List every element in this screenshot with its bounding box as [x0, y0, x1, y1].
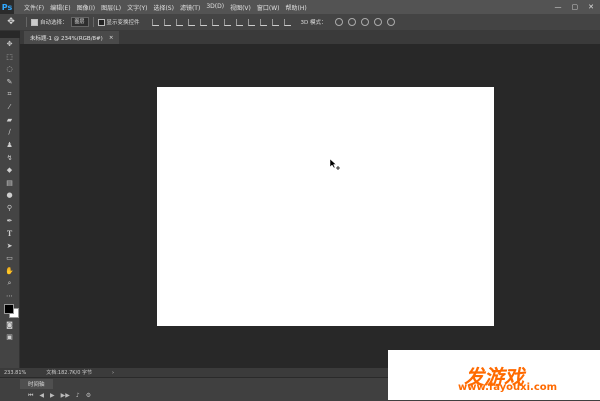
distribute-bottom-icon[interactable] — [248, 19, 255, 26]
document-tab[interactable]: 未标题-1 @ 234%(RGB/8#) × — [24, 31, 119, 44]
document-canvas[interactable] — [157, 87, 494, 326]
zoom-level[interactable]: 233.81% — [4, 370, 26, 376]
history-brush-tool-icon[interactable]: ↯ — [0, 151, 19, 164]
window-controls: — ▢ ✕ — [555, 3, 600, 11]
quick-select-tool-icon[interactable]: ✎ — [0, 76, 19, 89]
menu-help[interactable]: 帮助(H) — [286, 3, 307, 12]
align-top-icon[interactable] — [152, 19, 159, 26]
document-tab-bar: 未标题-1 @ 234%(RGB/8#) × — [20, 30, 600, 44]
show-transform-checkbox[interactable] — [98, 19, 105, 26]
tools-panel: ✥ ⬚ ◌ ✎ ⌗ ⁄ ▰ ∕ ♟ ↯ ◆ ▤ ● ⚲ ✒ T ➤ ▭ ✋ ⌕ … — [0, 38, 20, 368]
dodge-tool-icon[interactable]: ⚲ — [0, 202, 19, 215]
foreground-color-swatch[interactable] — [4, 304, 14, 314]
type-tool-icon[interactable]: T — [0, 227, 19, 240]
healing-brush-tool-icon[interactable]: ▰ — [0, 114, 19, 127]
auto-select-dropdown[interactable]: 图层 — [71, 17, 89, 27]
prev-frame-icon[interactable]: ◀ — [39, 392, 44, 400]
menu-edit[interactable]: 编辑(E) — [50, 3, 70, 12]
rectangle-tool-icon[interactable]: ▭ — [0, 252, 19, 265]
close-tab-icon[interactable]: × — [109, 35, 114, 41]
menu-items: 文件(F) 编辑(E) 图像(I) 图层(L) 文字(Y) 选择(S) 滤镜(T… — [24, 3, 307, 12]
timeline-tab[interactable]: 时间轴 — [20, 379, 53, 389]
distribute-top-icon[interactable] — [224, 19, 231, 26]
minimize-button[interactable]: — — [555, 3, 562, 11]
document-info: 文档:182.7K/0 字节 — [46, 369, 92, 376]
status-menu-arrow-icon[interactable]: › — [112, 370, 114, 376]
align-left-icon[interactable] — [188, 19, 195, 26]
menu-layer[interactable]: 图层(L) — [101, 3, 121, 12]
first-frame-icon[interactable]: ⏮ — [28, 392, 33, 400]
pen-tool-icon[interactable]: ✒ — [0, 214, 19, 227]
watermark: 发游戏 www.fayouxi.com — [388, 350, 600, 400]
align-bottom-icon[interactable] — [176, 19, 183, 26]
gradient-tool-icon[interactable]: ▤ — [0, 177, 19, 190]
more-tools-icon[interactable]: ⋯ — [0, 290, 19, 303]
mode-3d-buttons — [335, 18, 395, 26]
move-tool-preset-icon[interactable]: ✥ — [0, 17, 22, 27]
next-frame-icon[interactable]: ▶▶ — [61, 392, 70, 400]
clone-stamp-tool-icon[interactable]: ♟ — [0, 139, 19, 152]
auto-select-checkbox[interactable] — [31, 19, 38, 26]
auto-select-label: 自动选择： — [40, 18, 68, 26]
align-vcenter-icon[interactable] — [164, 19, 171, 26]
menu-filter[interactable]: 滤镜(T) — [180, 3, 200, 12]
options-bar: ✥ 自动选择： 图层 显示变换控件 3D 模式： — [0, 14, 600, 31]
audio-icon[interactable]: ♪ — [76, 392, 80, 400]
divider — [93, 17, 94, 27]
quick-mask-icon[interactable]: ◙ — [0, 318, 19, 331]
distribute-hcenter-icon[interactable] — [272, 19, 279, 26]
align-right-icon[interactable] — [212, 19, 219, 26]
document-tab-title: 未标题-1 @ 234%(RGB/8#) — [30, 34, 103, 42]
move-tool-icon[interactable]: ✥ — [0, 38, 19, 51]
mode-3d-label: 3D 模式： — [301, 18, 327, 26]
distribute-vcenter-icon[interactable] — [236, 19, 243, 26]
show-transform-label: 显示变换控件 — [107, 18, 140, 26]
distribute-left-icon[interactable] — [260, 19, 267, 26]
menu-file[interactable]: 文件(F) — [24, 3, 44, 12]
zoom-tool-icon[interactable]: ⌕ — [0, 277, 19, 290]
menu-view[interactable]: 视图(V) — [230, 3, 251, 12]
eraser-tool-icon[interactable]: ◆ — [0, 164, 19, 177]
close-window-button[interactable]: ✕ — [588, 3, 594, 11]
align-hcenter-icon[interactable] — [200, 19, 207, 26]
blur-tool-icon[interactable]: ● — [0, 189, 19, 202]
watermark-url: www.fayouxi.com — [458, 382, 557, 393]
hand-tool-icon[interactable]: ✋ — [0, 265, 19, 278]
timeline-controls: ⏮ ◀ ▶ ▶▶ ♪ ⚙ — [28, 392, 91, 400]
divider — [26, 17, 27, 27]
screen-mode-icon[interactable]: ▣ — [0, 331, 19, 344]
photoshop-logo[interactable]: Ps — [0, 0, 14, 14]
menu-3d[interactable]: 3D(D) — [206, 3, 224, 12]
slide-3d-icon[interactable] — [374, 18, 382, 26]
canvas-area[interactable] — [20, 44, 600, 368]
maximize-button[interactable]: ▢ — [572, 3, 579, 11]
pan-3d-icon[interactable] — [361, 18, 369, 26]
orbit-3d-icon[interactable] — [335, 18, 343, 26]
play-icon[interactable]: ▶ — [50, 392, 55, 400]
path-selection-tool-icon[interactable]: ➤ — [0, 240, 19, 253]
move-cursor-icon — [330, 159, 342, 171]
menu-image[interactable]: 图像(I) — [77, 3, 95, 12]
menu-window[interactable]: 窗口(W) — [257, 3, 280, 12]
roll-3d-icon[interactable] — [348, 18, 356, 26]
menu-bar: Ps 文件(F) 编辑(E) 图像(I) 图层(L) 文字(Y) 选择(S) 滤… — [0, 0, 600, 14]
eyedropper-tool-icon[interactable]: ⁄ — [0, 101, 19, 114]
marquee-tool-icon[interactable]: ⬚ — [0, 51, 19, 64]
lasso-tool-icon[interactable]: ◌ — [0, 63, 19, 76]
menu-type[interactable]: 文字(Y) — [127, 3, 147, 12]
settings-icon[interactable]: ⚙ — [86, 392, 91, 400]
scale-3d-icon[interactable] — [387, 18, 395, 26]
menu-select[interactable]: 选择(S) — [153, 3, 174, 12]
brush-tool-icon[interactable]: ∕ — [0, 126, 19, 139]
color-swatches — [0, 302, 19, 318]
align-buttons — [152, 19, 291, 26]
distribute-right-icon[interactable] — [284, 19, 291, 26]
crop-tool-icon[interactable]: ⌗ — [0, 88, 19, 101]
